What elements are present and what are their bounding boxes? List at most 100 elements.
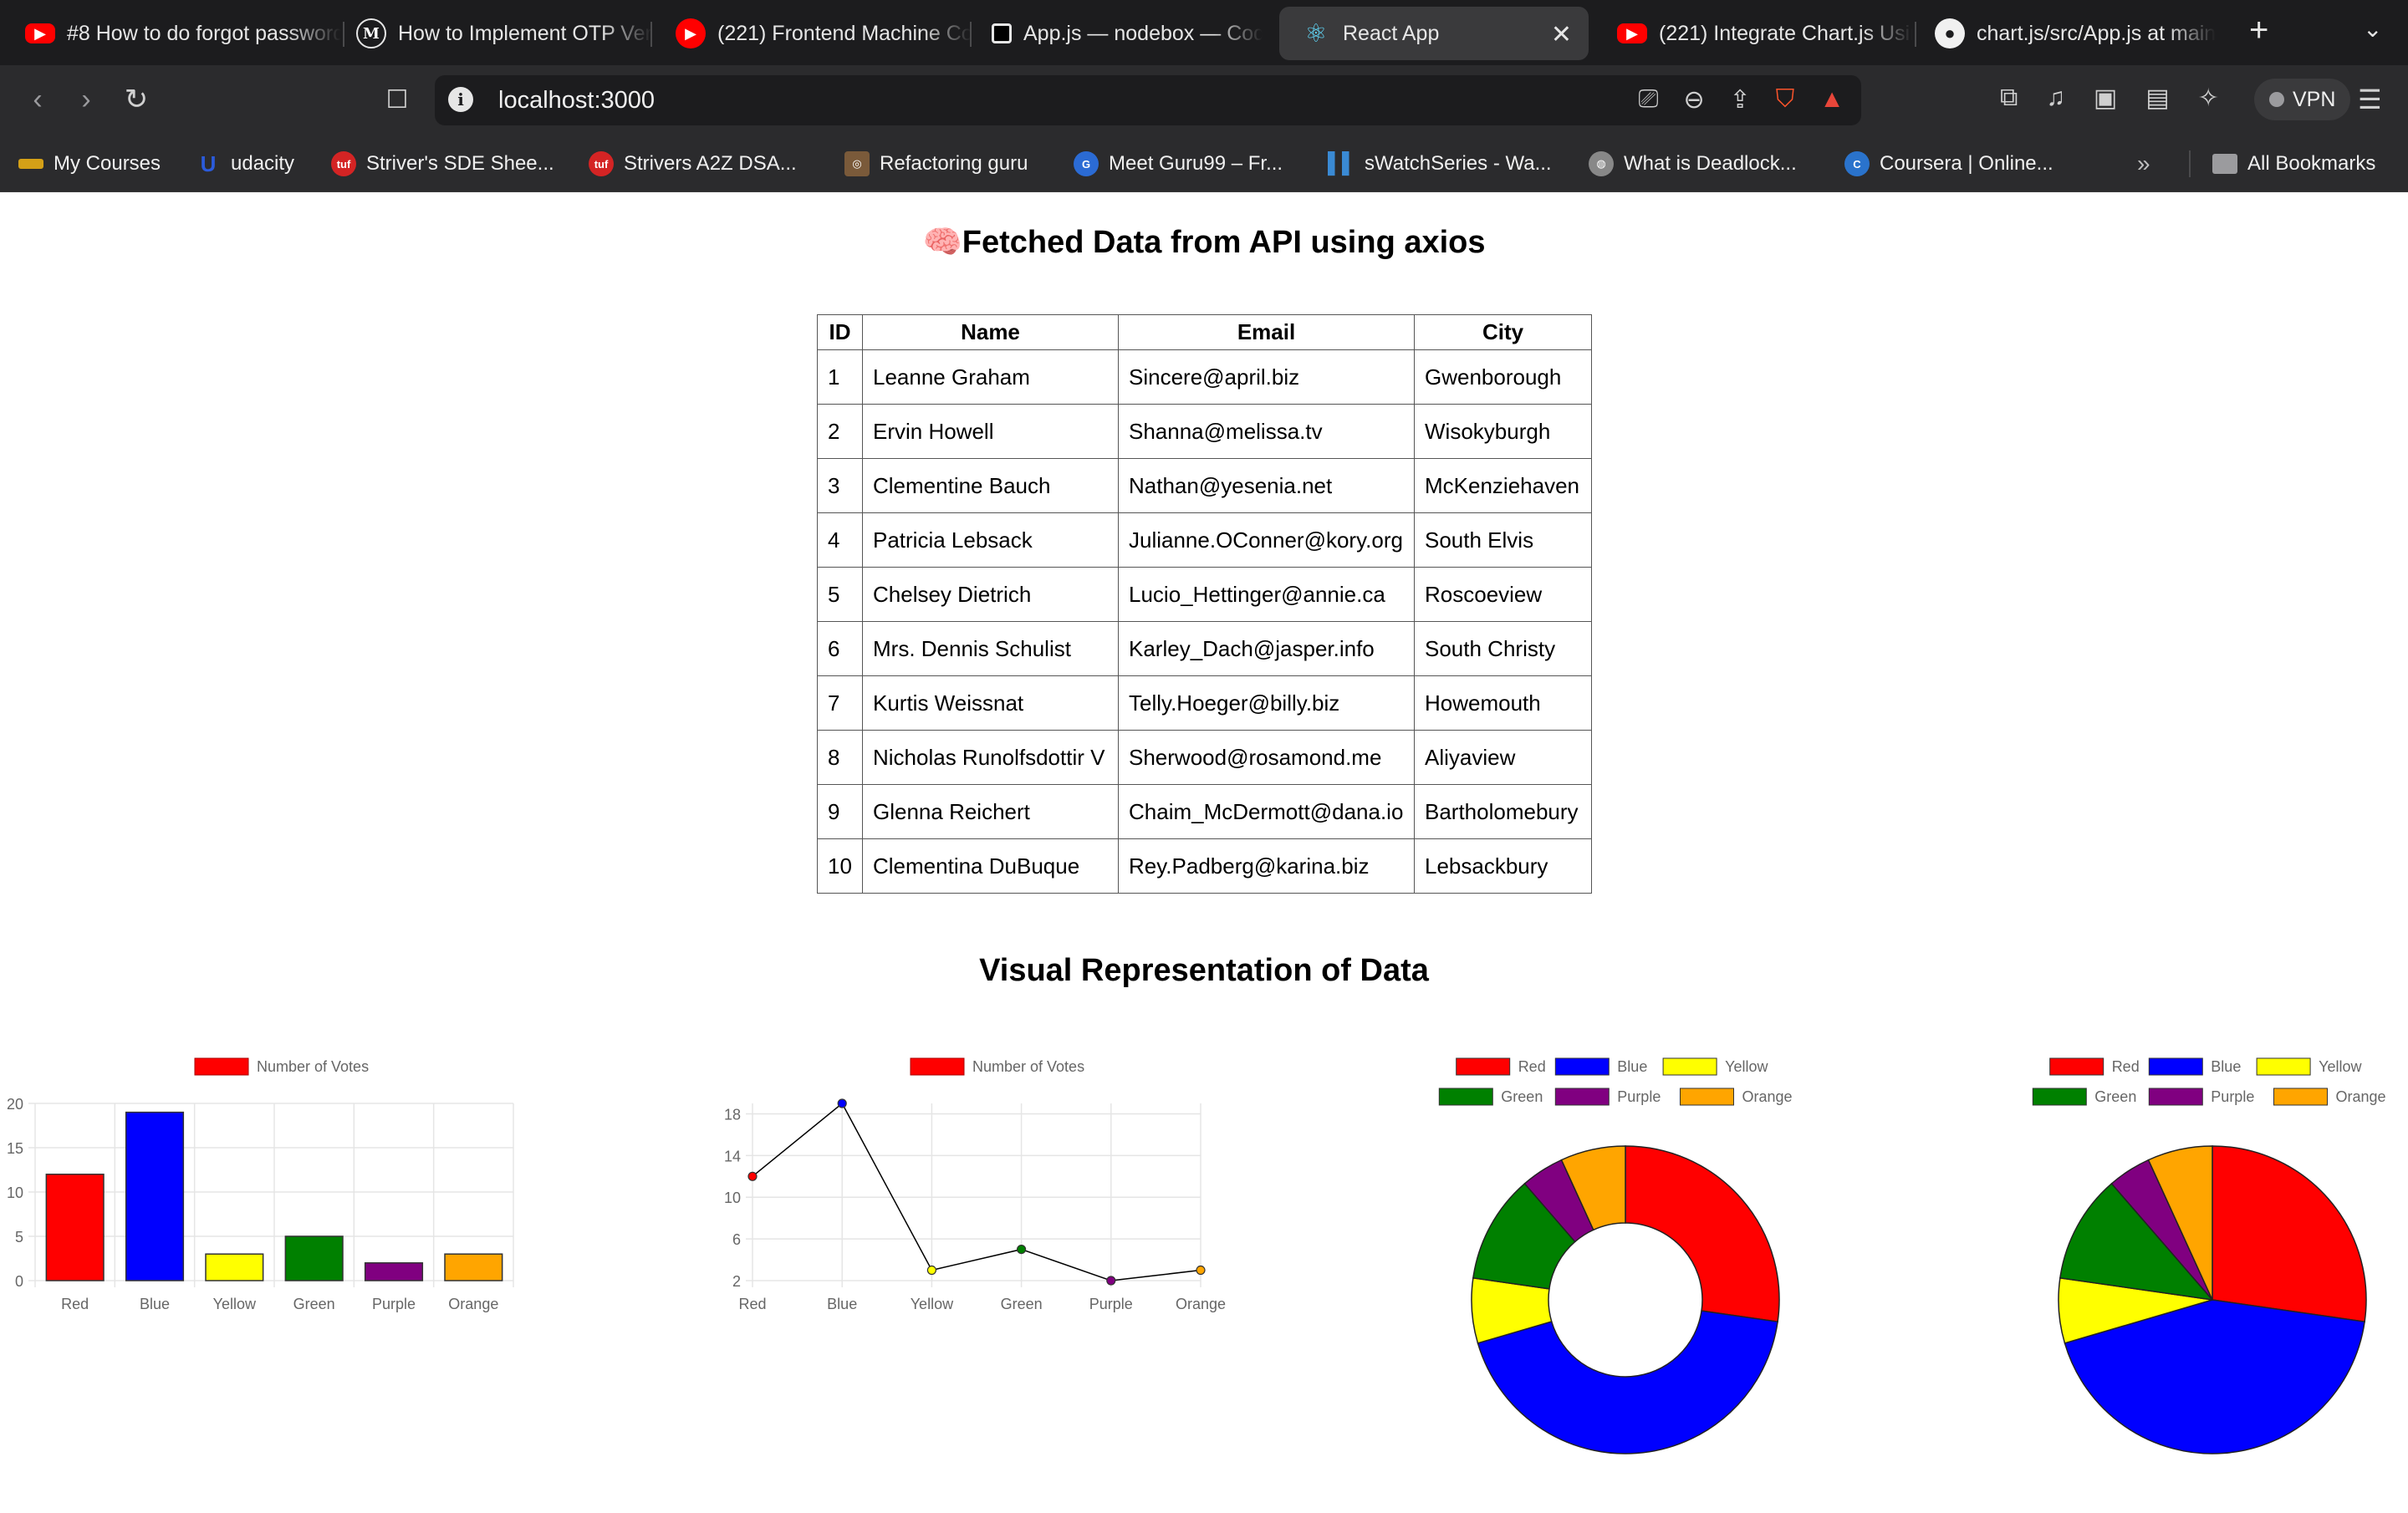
cell-email: Karley_Dach@jasper.info: [1118, 621, 1415, 676]
x-tick-label: Red: [61, 1296, 89, 1312]
bookmark-strivers-a2z[interactable]: tuf Strivers A2Z DSA...: [589, 149, 797, 179]
users-table: ID Name Email City 1 Leanne Graham Sincere…: [817, 314, 1592, 894]
tab-title: #8 How to do forgot password: [67, 21, 341, 45]
tab-4[interactable]: App.js — nodebox — CodeSandbox: [970, 7, 1263, 60]
cell-email: Julianne.OConner@kory.org: [1118, 512, 1415, 568]
tab-5-active[interactable]: ⚛ React App ✕: [1279, 7, 1589, 60]
reload-button[interactable]: ↻: [117, 80, 156, 119]
doughnut-chart: Red Blue Yellow Green Purple Orange: [1421, 1045, 1823, 1513]
header-id: ID: [817, 314, 863, 350]
y-tick-label: 18: [724, 1106, 741, 1123]
legend-label: Blue: [1617, 1058, 1647, 1075]
cell-id: 5: [817, 567, 863, 622]
bookmark-label: All Bookmarks: [2247, 152, 2376, 175]
point-blue: [837, 1098, 847, 1108]
leo-ai-icon[interactable]: ✧: [2198, 84, 2219, 113]
cell-name: Kurtis Weissnat: [862, 675, 1119, 731]
table-row: 3 Clementine Bauch Nathan@yesenia.net McKen…: [817, 458, 1592, 513]
cell-city: Howemouth: [1414, 675, 1592, 731]
cell-city: Wisokyburgh: [1414, 404, 1592, 459]
cell-email: Sherwood@rosamond.me: [1118, 730, 1415, 785]
forward-button[interactable]: ›: [67, 80, 105, 119]
legend-swatch: [910, 1057, 965, 1076]
tab-list-chevron-icon[interactable]: ⌄: [2363, 15, 2382, 43]
sidebar-icon[interactable]: ▣: [2094, 84, 2117, 113]
tab-1[interactable]: ▶ #8 How to do forgot password: [3, 7, 341, 60]
bookmark-udacity[interactable]: U udacity: [196, 149, 294, 179]
bookmark-coursera[interactable]: C Coursera | Online...: [1844, 149, 2053, 179]
header-email: Email: [1118, 314, 1415, 350]
table-row: 10 Clementina DuBuque Rey.Padberg@karina.b…: [817, 838, 1592, 894]
cell-name: Ervin Howell: [862, 404, 1119, 459]
site-info-icon[interactable]: i: [448, 87, 473, 112]
media-icon[interactable]: ♫: [2046, 84, 2065, 113]
vpn-status-icon: [2269, 92, 2284, 107]
legend-label: Orange: [1742, 1088, 1793, 1105]
users-table-body: 1 Leanne Graham Sincere@april.biz Gwenborou…: [817, 349, 1592, 894]
bookmark-guru99[interactable]: G Meet Guru99 – Fr...: [1074, 149, 1283, 179]
bookmark-swatchseries[interactable]: ▌▌ sWatchSeries - Wa...: [1328, 149, 1552, 179]
tab-7[interactable]: ● chart.js/src/App.js at main: [1913, 7, 2231, 60]
brave-shield-icon[interactable]: ⛉: [1776, 85, 1795, 115]
tuf-icon: tuf: [331, 151, 356, 176]
y-tick-label: 5: [15, 1229, 23, 1246]
wallet-icon[interactable]: ▤: [2145, 84, 2169, 113]
react-icon: ⚛: [1304, 19, 1328, 48]
install-app-icon[interactable]: ⎚: [1639, 85, 1659, 115]
y-tick-label: 10: [724, 1190, 741, 1206]
x-tick-label: Red: [738, 1296, 766, 1312]
table-row: 8 Nicholas Runolfsdottir V Sherwood@rosamo…: [817, 730, 1592, 785]
more-bookmarks-chevron-icon[interactable]: »: [2137, 149, 2150, 179]
table-row: 7 Kurtis Weissnat Telly.Hoeger@billy.biz Ho…: [817, 675, 1592, 731]
bookmark-label: Striver's SDE Shee...: [366, 152, 554, 175]
x-tick-label: Green: [293, 1296, 335, 1312]
tab-separator: [650, 22, 652, 47]
vpn-button[interactable]: VPN: [2254, 79, 2351, 120]
address-bar[interactable]: i localhost:3000 ⎚ ⊖ ⇪ ⛉ ▲: [435, 75, 1861, 125]
bookmark-deadlock[interactable]: ◍ What is Deadlock...: [1589, 149, 1797, 179]
legend-label: Orange: [2336, 1088, 2386, 1105]
bookmark-label: What is Deadlock...: [1624, 152, 1797, 175]
cell-name: Glenna Reichert: [862, 784, 1119, 839]
bar-green: [284, 1235, 344, 1281]
bookmark-strivers-sde[interactable]: tuf Striver's SDE Shee...: [331, 149, 554, 179]
cell-id: 2: [817, 404, 863, 459]
extensions-icon[interactable]: ⧉: [2000, 84, 2018, 113]
cell-id: 1: [817, 349, 863, 405]
tab-6[interactable]: ▶ (221) Integrate Chart.js Using: [1595, 7, 1913, 60]
share-icon[interactable]: ⇪: [1730, 85, 1751, 115]
zoom-icon[interactable]: ⊖: [1684, 85, 1705, 115]
url-text[interactable]: localhost:3000: [498, 87, 655, 115]
tab-3[interactable]: ▶ (221) Frontend Machine Coding: [654, 7, 972, 60]
legend-swatch: [2256, 1057, 2311, 1076]
courses-icon: [18, 159, 43, 169]
menu-icon[interactable]: ☰: [2358, 84, 2382, 115]
tab-title: chart.js/src/App.js at main: [1977, 21, 2217, 45]
bar-purple: [364, 1262, 424, 1281]
table-header-row: ID Name Email City: [817, 314, 1592, 350]
back-button[interactable]: ‹: [18, 80, 57, 119]
table-row: 1 Leanne Graham Sincere@april.biz Gwenborou…: [817, 349, 1592, 405]
new-tab-button[interactable]: +: [2249, 12, 2268, 49]
bookmark-icon[interactable]: ☐: [378, 80, 416, 119]
cell-email: Sincere@april.biz: [1118, 349, 1415, 405]
bookmark-my-courses[interactable]: My Courses: [18, 149, 161, 179]
page-title: 🧠Fetched Data from API using axios: [922, 225, 1486, 260]
table-row: 9 Glenna Reichert Chaim_McDermott@dana.io B…: [817, 784, 1592, 839]
vpn-label: VPN: [2293, 87, 2336, 111]
tab-title: How to Implement OTP Verification: [398, 21, 652, 45]
all-bookmarks[interactable]: All Bookmarks: [2212, 149, 2375, 179]
brave-rewards-icon[interactable]: ▲: [1819, 85, 1844, 115]
close-tab-icon[interactable]: ✕: [1551, 20, 1572, 49]
legend-label: Blue: [2211, 1058, 2241, 1075]
cell-id: 9: [817, 784, 863, 839]
tab-2[interactable]: M How to Implement OTP Verification: [334, 7, 652, 60]
point-yellow: [926, 1265, 936, 1276]
coursera-icon: C: [1844, 151, 1870, 176]
bookmark-refactoring-guru[interactable]: ◎ Refactoring guru: [844, 149, 1028, 179]
x-tick-label: Purple: [372, 1296, 416, 1312]
legend-swatch: [194, 1057, 249, 1076]
bar-chart-svg: Number of Votes 0 5 10 15 20 Red Blue Yellow Gree…: [7, 1057, 514, 1312]
table-row: 5 Chelsey Dietrich Lucio_Hettinger@annie.c…: [817, 567, 1592, 622]
series-line: [752, 1102, 1201, 1281]
